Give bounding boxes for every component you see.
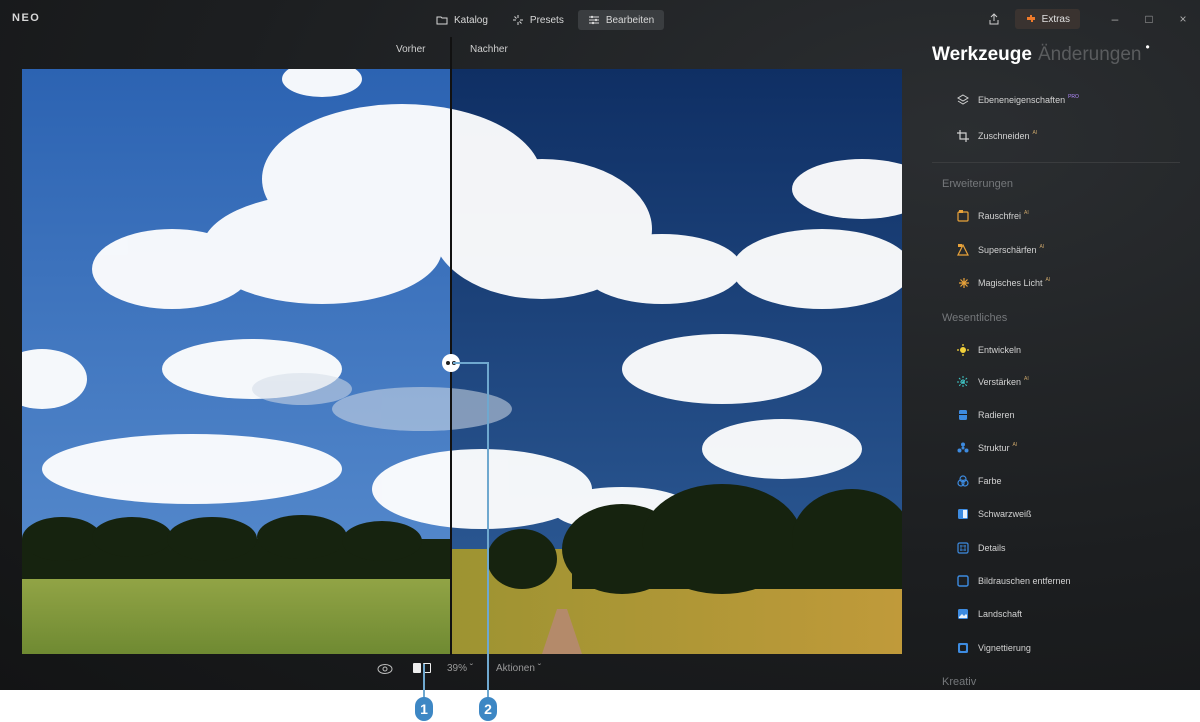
eye-icon[interactable]: [377, 662, 393, 676]
tool-magisches-licht[interactable]: Magisches Licht AI: [956, 275, 1050, 291]
color-icon: [956, 474, 970, 488]
tool-label: Schwarzweiß: [978, 509, 1032, 519]
layers-icon: [956, 93, 970, 107]
nav-bearbeiten-label: Bearbeiten: [605, 14, 655, 26]
tool-label: Struktur: [978, 443, 1010, 453]
before-label: Vorher: [396, 44, 426, 55]
close-button[interactable]: ×: [1166, 9, 1200, 29]
tool-bildrauschen-entfernen[interactable]: Bildrauschen entfernen: [956, 573, 1071, 589]
callout-2-badge: 2: [479, 697, 497, 721]
split-divider[interactable]: [450, 37, 452, 655]
zoom-dropdown[interactable]: 39% ˇ: [447, 663, 473, 674]
section-wesentliches: Wesentliches: [942, 312, 1008, 324]
tool-label: Landschaft: [978, 609, 1023, 619]
handle-dot-left: [446, 361, 450, 365]
split-view-left: [413, 663, 421, 673]
nav-presets[interactable]: Presets: [502, 10, 574, 30]
tool-label: Farbe: [978, 476, 1002, 486]
tool-label: Details: [978, 543, 1006, 553]
ai-badge: AI: [1045, 277, 1051, 283]
nav-katalog-label: Katalog: [454, 14, 488, 26]
zoom-value: 39%: [447, 663, 468, 674]
after-label: Nachher: [470, 44, 508, 55]
tool-label: Rauschfrei: [978, 211, 1022, 221]
noise-free-icon: [956, 209, 970, 223]
nav-katalog[interactable]: Katalog: [426, 10, 498, 30]
section-kreativ: Kreativ: [942, 676, 977, 688]
ai-badge: AI: [1024, 210, 1029, 216]
eraser-icon: [956, 408, 970, 422]
panel-tabs: Werkzeuge Änderungen •: [932, 40, 1192, 66]
app-logo: NEO: [12, 12, 41, 24]
ai-badge: AI: [1012, 442, 1018, 448]
callout-1-badge: 1: [415, 697, 433, 721]
denoise-icon: [956, 574, 970, 588]
ai-badge: AI: [1039, 244, 1045, 250]
crop-icon: [956, 129, 970, 143]
tool-label: Bildrauschen entfernen: [978, 576, 1071, 586]
tool-label: Magisches Licht: [978, 278, 1043, 288]
panel-divider: [932, 162, 1180, 163]
tool-details[interactable]: Details: [956, 540, 1006, 556]
extras-button[interactable]: Extras: [1014, 9, 1080, 29]
tool-rauschfrei[interactable]: Rauschfrei AI: [956, 208, 1029, 224]
structure-icon: [956, 441, 970, 455]
ai-badge: AI: [1024, 376, 1029, 382]
callout-1-line: [423, 664, 425, 700]
tool-struktur[interactable]: Struktur AI: [956, 440, 1017, 456]
puzzle-icon: [1026, 15, 1035, 22]
sliders-icon: [588, 15, 599, 25]
tool-radieren[interactable]: Radieren: [956, 407, 1015, 423]
callout-2-line-v: [487, 362, 489, 700]
extras-label: Extras: [1041, 13, 1070, 25]
details-icon: [956, 541, 970, 555]
tool-ebeneneigenschaften[interactable]: Ebeneneigenschaften PRO: [956, 92, 1079, 108]
black-white-icon: [956, 507, 970, 521]
tool-zuschneiden[interactable]: Zuschneiden AI: [956, 128, 1037, 144]
tool-label: Radieren: [978, 410, 1015, 420]
changes-indicator-dot: •: [1145, 40, 1150, 54]
app-window: NEO Katalog Presets Bearbeiten Extras – …: [0, 0, 1200, 690]
presets-icon: [512, 15, 523, 25]
maximize-button[interactable]: □: [1132, 9, 1166, 29]
folder-icon: [436, 16, 448, 25]
tool-label: Entwickeln: [978, 345, 1022, 355]
tool-entwickeln[interactable]: Entwickeln: [956, 342, 1021, 358]
bottom-toolbar: 39% ˇ Aktionen ˇ: [0, 658, 900, 682]
tool-label: Verstärken: [978, 377, 1022, 387]
tool-schwarzweiss[interactable]: Schwarzweiß: [956, 506, 1032, 522]
minimize-button[interactable]: –: [1098, 9, 1132, 29]
tool-label: Superschärfen: [978, 245, 1037, 255]
magic-light-icon: [956, 276, 970, 290]
window-controls: Extras – □ ×: [985, 8, 1200, 30]
tab-aenderungen[interactable]: Änderungen: [1038, 44, 1142, 66]
main-nav: Katalog Presets Bearbeiten: [426, 10, 665, 30]
landscape-icon: [956, 607, 970, 621]
ai-badge: AI: [1032, 130, 1038, 136]
super-sharpen-icon: [956, 243, 970, 257]
vignette-icon: [956, 641, 970, 655]
tool-label: Vignettierung: [978, 643, 1031, 653]
tool-farbe[interactable]: Farbe: [956, 473, 1002, 489]
tool-verstaerken[interactable]: Verstärken AI: [956, 374, 1029, 390]
section-erweiterungen: Erweiterungen: [942, 178, 1013, 190]
tool-label: Ebeneneigenschaften: [978, 95, 1066, 105]
nav-bearbeiten[interactable]: Bearbeiten: [577, 10, 665, 30]
enhance-icon: [956, 375, 970, 389]
nav-presets-label: Presets: [529, 14, 564, 26]
actions-dropdown[interactable]: Aktionen ˇ: [496, 663, 541, 674]
develop-icon: [956, 343, 970, 357]
callout-2-line-h: [453, 362, 489, 364]
tool-superschaerfen[interactable]: Superschärfen AI: [956, 242, 1044, 258]
actions-label: Aktionen: [496, 663, 535, 674]
share-icon[interactable]: [985, 10, 1003, 28]
tab-werkzeuge[interactable]: Werkzeuge: [932, 44, 1032, 66]
tool-landschaft[interactable]: Landschaft: [956, 606, 1022, 622]
tool-label: Zuschneiden: [978, 131, 1030, 141]
title-bar: NEO Katalog Presets Bearbeiten Extras – …: [0, 0, 1200, 38]
tool-vignettierung[interactable]: Vignettierung: [956, 640, 1031, 656]
pro-badge: PRO: [1068, 94, 1079, 100]
tools-panel: Werkzeuge Änderungen • Ebeneneigenschaft…: [932, 40, 1192, 690]
